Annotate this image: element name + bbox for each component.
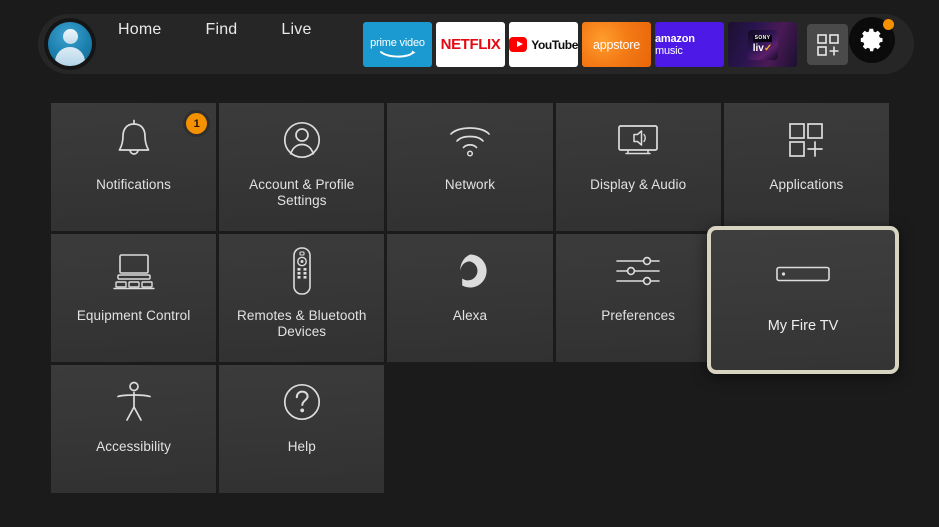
amazon-music-label-amazon: amazon	[655, 32, 695, 45]
tile-my-fire-tv[interactable]: My Fire TV	[707, 226, 899, 374]
tv-devices-icon	[51, 234, 216, 308]
tile-label: Accessibility	[96, 439, 171, 454]
app-grid-plus-icon	[816, 33, 839, 56]
apps-grid-button[interactable]	[807, 24, 848, 65]
sony-liv-logo: SONY liv✓	[747, 29, 778, 60]
nav-links: Home Find Live	[118, 0, 312, 60]
avatar-head	[62, 29, 78, 44]
app-shortcut-prime-video[interactable]: prime video	[363, 22, 432, 67]
settings-row-3: Accessibility Help	[51, 365, 889, 493]
settings-row-1: 1 Notifications Account & Profile Settin…	[51, 103, 890, 231]
tile-account-profile-settings[interactable]: Account & Profile Settings	[219, 103, 385, 231]
tile-label: Remotes & Bluetooth Devices	[237, 308, 367, 339]
tile-accessibility[interactable]: Accessibility	[51, 365, 217, 493]
tile-label: Alexa	[452, 308, 488, 323]
prime-video-smile-icon	[379, 50, 415, 58]
tile-label: My Fire TV	[767, 318, 839, 334]
tile-label: Equipment Control	[76, 308, 191, 323]
fire-tv-settings-screen: Home Find Live prime video NETFLIX YouTu…	[0, 0, 939, 527]
accessibility-person-icon	[51, 365, 216, 439]
tile-label: Network	[444, 177, 496, 192]
question-circle-icon	[219, 365, 384, 439]
sony-label: SONY	[752, 35, 773, 42]
tile-label: Account & Profile Settings	[249, 177, 355, 208]
tile-applications[interactable]: Applications	[723, 103, 890, 231]
nav-item-home[interactable]: Home	[118, 21, 161, 39]
fire-tv-stick-icon	[711, 230, 895, 318]
settings-notification-dot	[883, 19, 894, 30]
app-shortcut-amazon-music[interactable]: amazon music	[655, 22, 724, 67]
tile-network[interactable]: Network	[387, 103, 553, 231]
liv-check-icon: ✓	[763, 43, 773, 54]
liv-text: liv	[752, 43, 764, 54]
tile-preferences[interactable]: Preferences	[555, 234, 721, 362]
alexa-ring-icon	[387, 234, 552, 308]
tv-speaker-icon	[556, 103, 721, 177]
app-shortcut-appstore[interactable]: appstore	[582, 22, 651, 67]
app-shortcut-netflix[interactable]: NETFLIX	[436, 22, 505, 67]
wifi-icon	[387, 103, 552, 177]
settings-gear-button[interactable]	[849, 17, 895, 63]
amazon-music-label-music: music	[655, 44, 683, 57]
nav-item-live[interactable]: Live	[281, 21, 311, 39]
tile-notifications[interactable]: 1 Notifications	[51, 103, 217, 231]
avatar-body	[55, 47, 85, 66]
tile-equipment-control[interactable]: Equipment Control	[51, 234, 217, 362]
amazon-music-label: amazon music	[655, 33, 724, 57]
app-grid-plus-icon	[724, 103, 889, 177]
tile-label: Display & Audio	[590, 177, 687, 192]
tile-label: Applications	[769, 177, 844, 192]
app-shortcut-youtube[interactable]: YouTube	[509, 22, 578, 67]
appstore-label: appstore	[592, 37, 641, 52]
tile-label: Notifications	[96, 177, 172, 192]
app-shortcut-row: prime video NETFLIX YouTube appstore ama…	[363, 22, 848, 67]
tile-remotes-bluetooth-devices[interactable]: Remotes & Bluetooth Devices	[219, 234, 385, 362]
profile-avatar[interactable]	[44, 18, 96, 70]
prime-video-label: prime video	[370, 36, 425, 49]
netflix-label: NETFLIX	[440, 36, 501, 53]
tile-alexa[interactable]: Alexa	[387, 234, 553, 362]
person-circle-icon	[219, 103, 384, 177]
avatar-image	[48, 22, 92, 66]
tile-label: Help	[287, 439, 316, 454]
tile-display-audio[interactable]: Display & Audio	[555, 103, 721, 231]
liv-label: liv✓	[753, 43, 773, 54]
app-shortcut-sony-liv[interactable]: SONY liv✓	[728, 22, 797, 67]
youtube-play-icon	[509, 37, 528, 52]
youtube-label: YouTube	[531, 37, 578, 52]
gear-icon	[860, 28, 883, 52]
sliders-icon	[556, 234, 721, 308]
tile-label: Preferences	[601, 308, 676, 323]
nav-item-find[interactable]: Find	[205, 21, 237, 39]
tile-help[interactable]: Help	[219, 365, 385, 493]
remote-control-icon	[219, 234, 384, 308]
